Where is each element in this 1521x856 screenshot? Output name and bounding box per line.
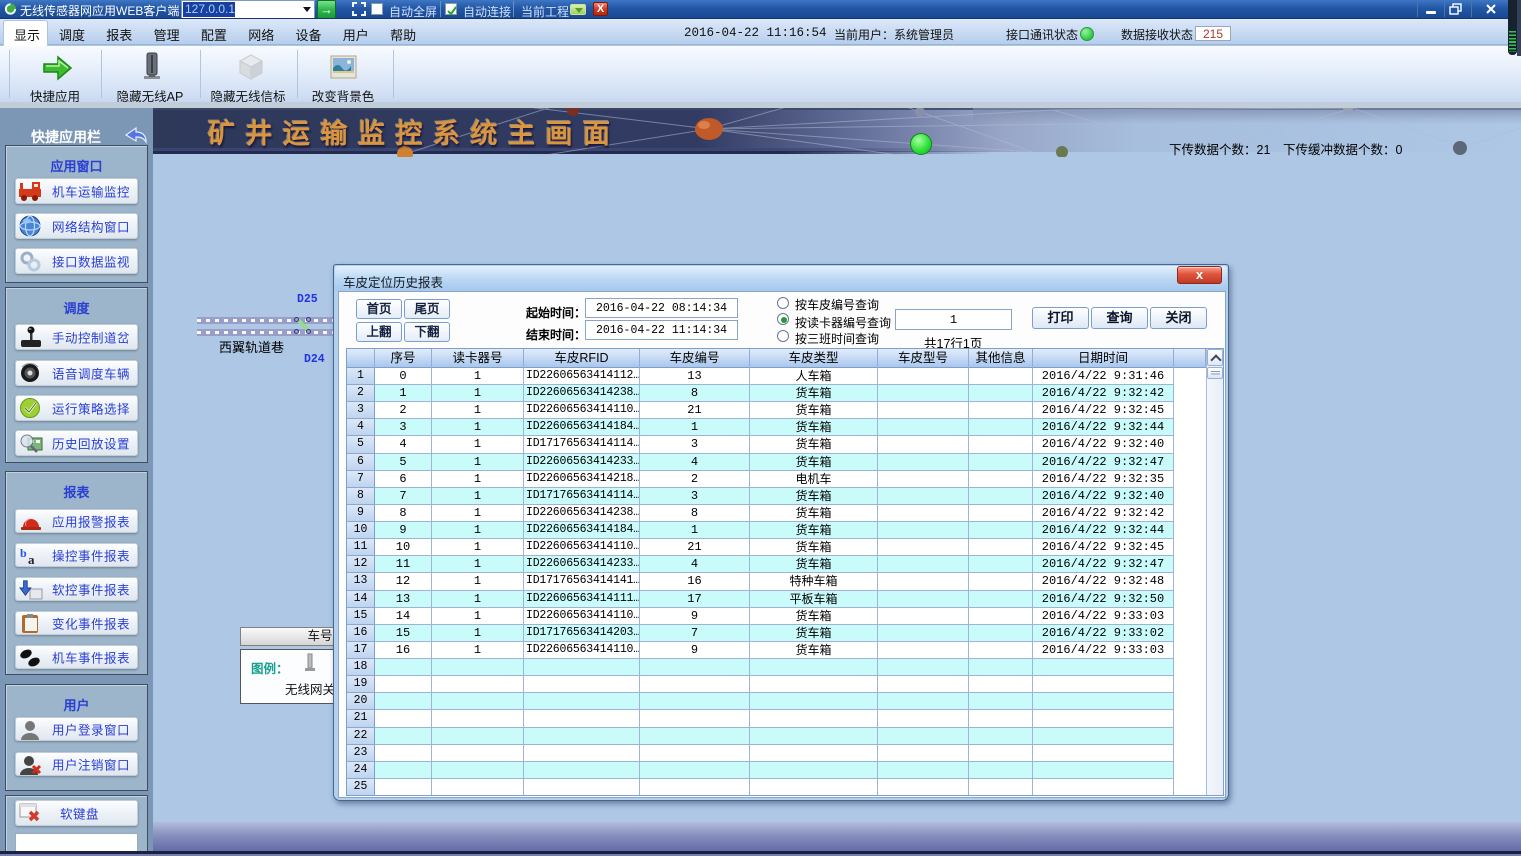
svg-text:b: b: [20, 546, 27, 560]
svg-text:a: a: [28, 552, 35, 567]
